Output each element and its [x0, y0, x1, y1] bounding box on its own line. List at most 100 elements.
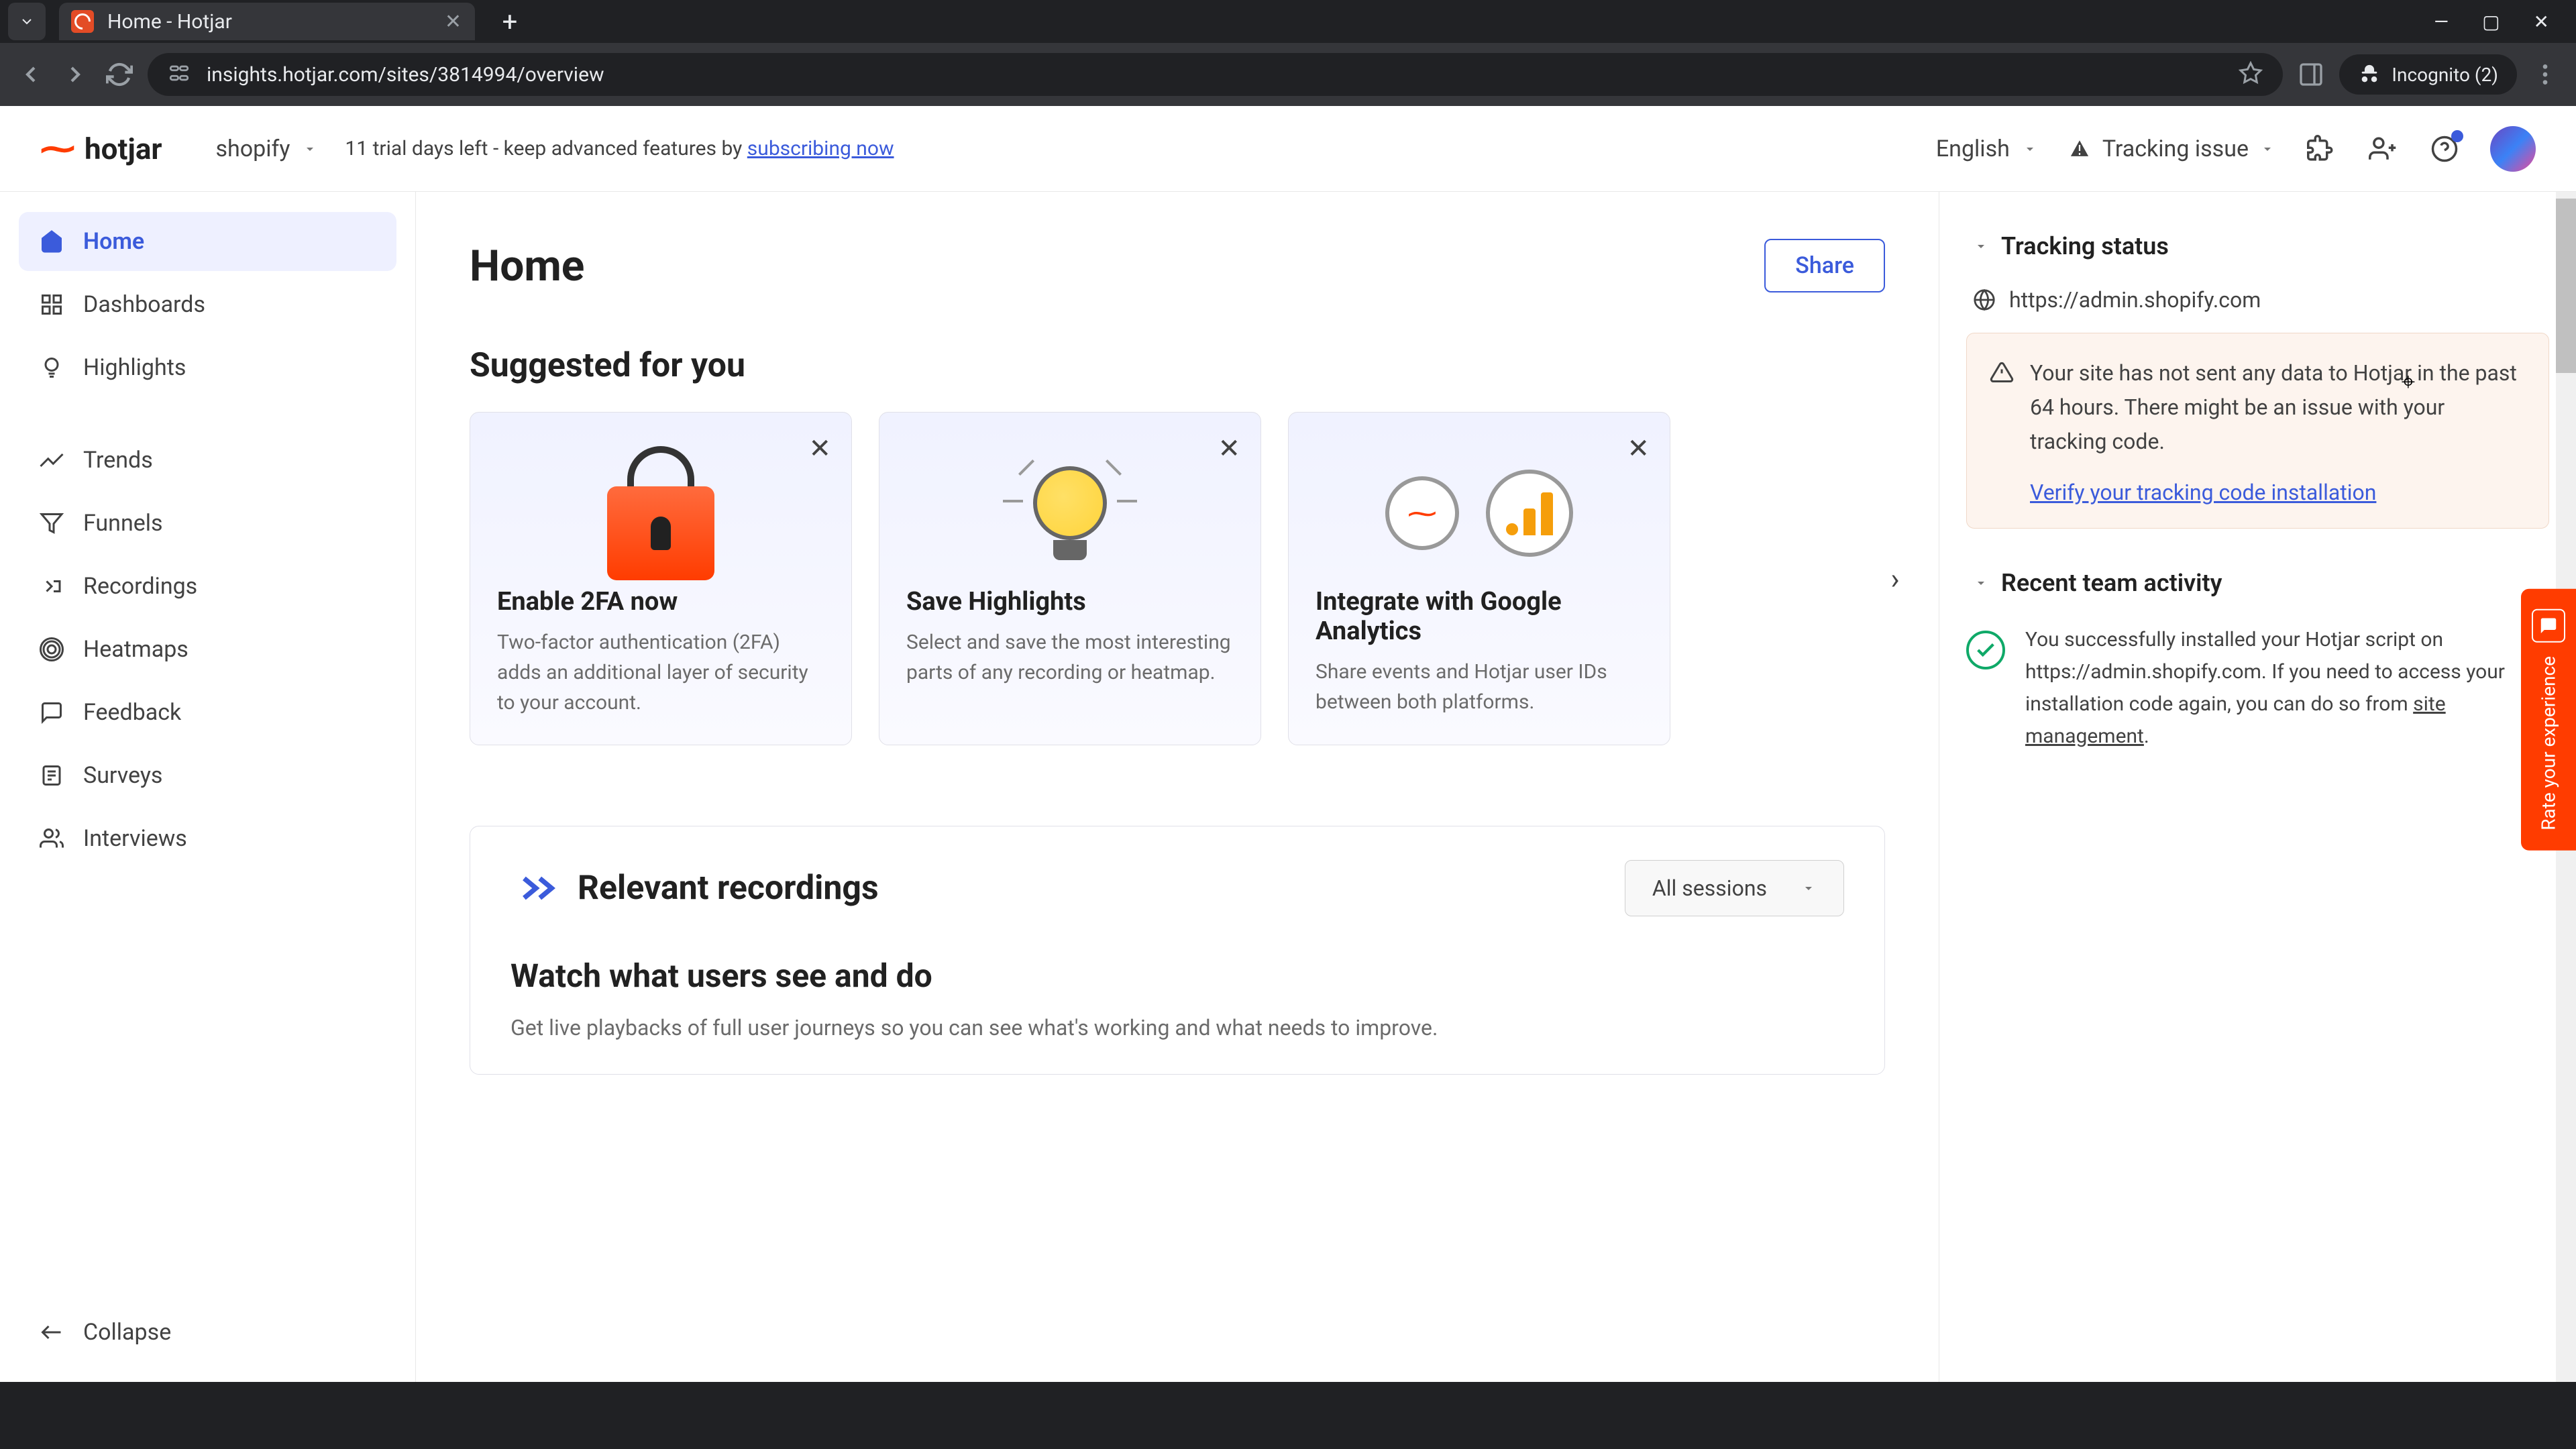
tracking-status-toggle[interactable]: Tracking status	[1966, 225, 2549, 267]
hotjar-favicon-icon	[71, 10, 94, 33]
incognito-badge[interactable]: Incognito (2)	[2339, 54, 2517, 95]
incognito-icon	[2358, 63, 2381, 86]
home-icon	[39, 229, 64, 254]
activity-item: You successfully installed your Hotjar s…	[1966, 624, 2549, 753]
browser-toolbar: insights.hotjar.com/sites/3814994/overvi…	[0, 43, 2576, 106]
suggestion-card-2fa[interactable]: ✕ Enable 2FA now Two-factor authenticati…	[470, 412, 852, 745]
card-desc: Select and save the most interesting par…	[906, 627, 1234, 688]
bookmark-button[interactable]	[2239, 61, 2263, 88]
sidebar-item-heatmaps[interactable]: Heatmaps	[19, 620, 396, 679]
sidebar-item-trends[interactable]: Trends	[19, 431, 396, 490]
lightbulb-icon	[906, 439, 1234, 587]
feedback-icon	[39, 700, 64, 725]
recordings-panel: Relevant recordings All sessions Watch w…	[470, 826, 1885, 1075]
card-title: Integrate with Google Analytics	[1316, 587, 1643, 646]
sidebar-item-dashboards[interactable]: Dashboards	[19, 275, 396, 334]
tab-title: Home - Hotjar	[107, 10, 232, 34]
suggestion-card-highlights[interactable]: ✕ Save Highlights Select and save t	[879, 412, 1261, 745]
checkmark-icon	[1966, 631, 2005, 669]
sidebar-item-interviews[interactable]: Interviews	[19, 809, 396, 868]
sidebar-item-home[interactable]: Home	[19, 212, 396, 271]
google-analytics-icon: ⁓	[1316, 439, 1643, 587]
lock-icon	[497, 439, 824, 587]
side-panel-button[interactable]	[2295, 58, 2327, 91]
sidebar-item-recordings[interactable]: Recordings	[19, 557, 396, 616]
notification-dot	[2451, 130, 2463, 142]
invite-button[interactable]	[2367, 133, 2399, 165]
app-header: ⁓ hotjar shopify 11 trial days left - ke…	[0, 106, 2576, 192]
card-dismiss-button[interactable]: ✕	[1627, 433, 1650, 464]
minimize-button[interactable]: —	[2434, 11, 2449, 33]
chevron-down-icon	[2022, 141, 2038, 157]
recordings-subtitle: Watch what users see and do	[511, 957, 1844, 995]
hotjar-logo[interactable]: ⁓ hotjar	[40, 128, 162, 169]
recordings-title: Relevant recordings	[578, 869, 879, 908]
sidebar-item-feedback[interactable]: Feedback	[19, 683, 396, 742]
tracking-warning: Your site has not sent any data to Hotja…	[1966, 333, 2549, 529]
interviews-icon	[39, 826, 64, 851]
chevron-down-icon	[302, 141, 318, 157]
new-tab-button[interactable]: +	[495, 7, 525, 36]
globe-icon	[1973, 288, 1996, 311]
url-text: insights.hotjar.com/sites/3814994/overvi…	[207, 63, 604, 87]
suggested-heading: Suggested for you	[470, 346, 1885, 385]
subscribe-link[interactable]: subscribing now	[747, 137, 894, 160]
card-dismiss-button[interactable]: ✕	[1218, 433, 1240, 464]
recordings-icon	[511, 865, 557, 912]
chat-icon	[2532, 609, 2565, 643]
right-panel: Tracking status https://admin.shopify.co…	[1939, 192, 2576, 1382]
recordings-icon	[39, 574, 64, 599]
site-selector[interactable]: shopify	[215, 136, 318, 162]
sidebar-item-funnels[interactable]: Funnels	[19, 494, 396, 553]
cards-next-button[interactable]: ›	[1878, 562, 1912, 596]
trial-banner: 11 trial days left - keep advanced featu…	[345, 137, 894, 160]
integrations-button[interactable]	[2305, 133, 2337, 165]
feedback-tab[interactable]: Rate your experience	[2521, 589, 2576, 851]
lightbulb-icon	[39, 355, 64, 380]
recordings-description: Get live playbacks of full user journeys…	[511, 1015, 1844, 1040]
chevron-down-icon	[1973, 238, 1989, 254]
forward-button[interactable]	[59, 58, 91, 91]
card-dismiss-button[interactable]: ✕	[808, 433, 831, 464]
card-desc: Two-factor authentication (2FA) adds an …	[497, 627, 824, 718]
scrollbar-thumb[interactable]	[2556, 199, 2576, 373]
tabs-dropdown[interactable]	[8, 3, 46, 40]
puzzle-icon	[2307, 135, 2335, 163]
surveys-icon	[39, 763, 64, 788]
sidebar-item-surveys[interactable]: Surveys	[19, 746, 396, 805]
browser-tab[interactable]: Home - Hotjar ✕	[59, 3, 475, 40]
card-title: Enable 2FA now	[497, 587, 824, 616]
help-button[interactable]	[2428, 133, 2461, 165]
sidebar-item-highlights[interactable]: Highlights	[19, 338, 396, 397]
reload-button[interactable]	[103, 58, 136, 91]
verify-tracking-link[interactable]: Verify your tracking code installation	[2030, 480, 2526, 505]
activity-toggle[interactable]: Recent team activity	[1966, 562, 2549, 604]
funnel-icon	[39, 511, 64, 536]
sidebar: Home Dashboards Highlights Trends Funnel…	[0, 192, 416, 1382]
back-button[interactable]	[15, 58, 47, 91]
suggestion-card-ga[interactable]: ✕ ⁓ Integrate with Google Analytics Shar…	[1288, 412, 1670, 745]
trends-icon	[39, 447, 64, 473]
tracked-site-url: https://admin.shopify.com	[1966, 287, 2549, 313]
tracking-issue-button[interactable]: Tracking issue	[2068, 136, 2275, 162]
user-avatar[interactable]	[2490, 126, 2536, 172]
main-content: Home Share Suggested for you ✕ Enable 2F…	[416, 192, 1939, 1382]
browser-titlebar: Home - Hotjar ✕ + — ▢ ✕	[0, 0, 2576, 43]
site-settings-icon[interactable]	[168, 62, 191, 87]
card-title: Save Highlights	[906, 587, 1234, 616]
language-selector[interactable]: English	[1936, 136, 2038, 162]
close-window-button[interactable]: ✕	[2534, 11, 2549, 33]
collapse-sidebar-button[interactable]: Collapse	[19, 1303, 396, 1362]
tab-close-button[interactable]: ✕	[445, 10, 462, 34]
browser-menu-button[interactable]	[2529, 58, 2561, 91]
address-bar[interactable]: insights.hotjar.com/sites/3814994/overvi…	[148, 53, 2283, 96]
add-user-icon	[2369, 135, 2397, 163]
card-desc: Share events and Hotjar user IDs between…	[1316, 657, 1643, 717]
maximize-button[interactable]: ▢	[2482, 11, 2500, 33]
share-button[interactable]: Share	[1764, 239, 1885, 292]
warning-icon	[2068, 137, 2092, 161]
collapse-icon	[39, 1320, 64, 1345]
sessions-filter[interactable]: All sessions	[1625, 860, 1844, 916]
dashboard-icon	[39, 292, 64, 317]
chevron-down-icon	[1801, 880, 1817, 896]
